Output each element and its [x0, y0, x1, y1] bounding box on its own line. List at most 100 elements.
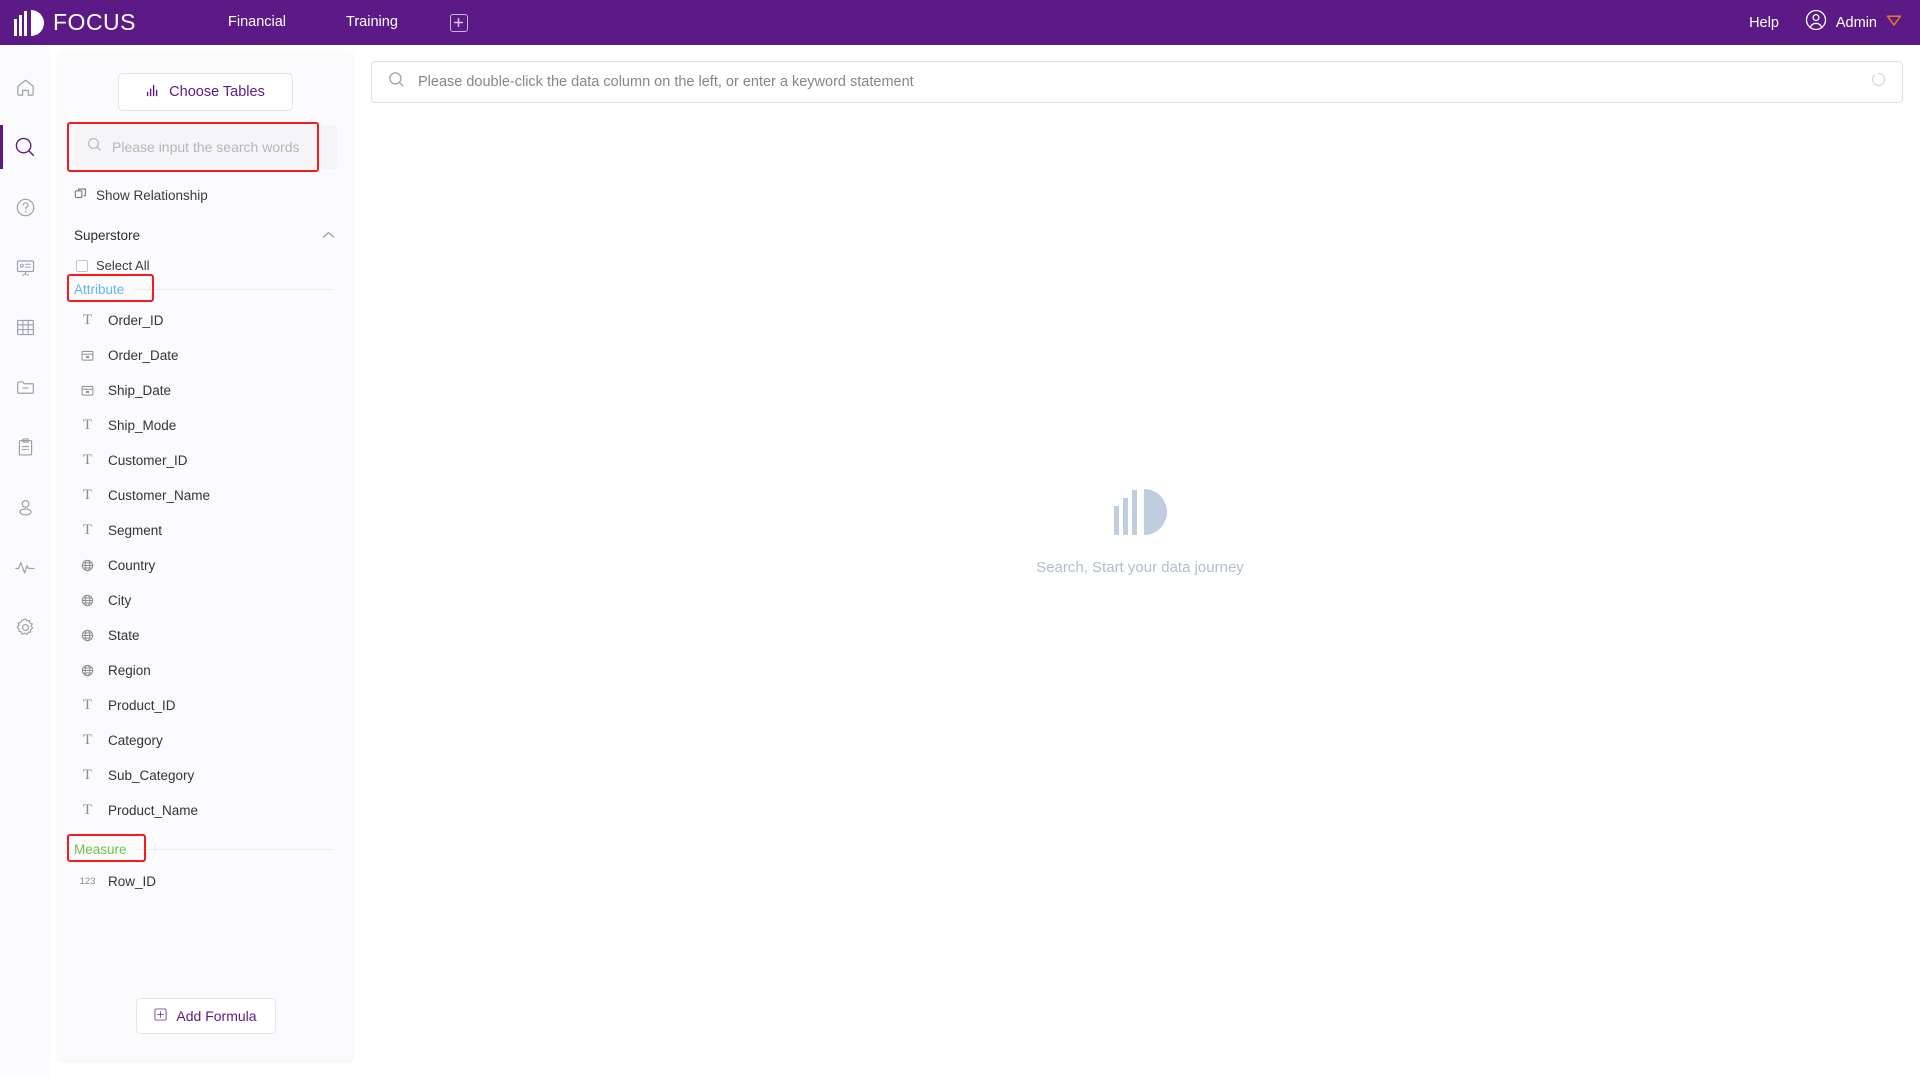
field-region[interactable]: Region — [58, 653, 353, 688]
field-label: Order_Date — [108, 348, 179, 363]
text-type-icon: T — [82, 452, 93, 468]
home-icon — [15, 77, 36, 98]
field-product-id[interactable]: T Product_ID — [58, 688, 353, 723]
choose-tables-label: Choose Tables — [169, 84, 265, 100]
group-label-attribute: Attribute — [74, 282, 125, 297]
sidebar-item-home[interactable] — [0, 57, 50, 117]
left-icon-rail — [0, 45, 50, 1079]
sidebar-item-help[interactable] — [0, 177, 50, 237]
field-customer-name[interactable]: T Customer_Name — [58, 478, 353, 513]
clipboard-icon — [15, 437, 36, 458]
sidebar-item-folder[interactable] — [0, 357, 50, 417]
presentation-icon — [15, 257, 36, 278]
field-order-id[interactable]: T Order_ID — [58, 303, 353, 338]
divider — [136, 849, 333, 850]
field-city[interactable]: City — [58, 583, 353, 618]
sidebar-item-monitor[interactable] — [0, 537, 50, 597]
empty-state: Search, Start your data journey — [360, 45, 1920, 1079]
brand-name: FOCUS — [53, 9, 136, 35]
sidebar-item-clipboard[interactable] — [0, 417, 50, 477]
panel-search-wrap: Please input the search words — [58, 111, 353, 172]
text-type-icon: T — [82, 697, 93, 713]
top-bar-right: Help Admin — [1749, 9, 1902, 36]
field-country[interactable]: Country — [58, 548, 353, 583]
table-group-header[interactable]: Superstore — [58, 204, 353, 244]
show-relationship-label: Show Relationship — [96, 188, 208, 203]
field-ship-mode[interactable]: T Ship_Mode — [58, 408, 353, 443]
focus-logo-icon — [1113, 488, 1167, 535]
user-circle-icon — [1805, 9, 1827, 36]
field-label: Country — [108, 558, 156, 573]
globe-icon — [80, 559, 95, 572]
text-type-icon: T — [82, 487, 93, 503]
sidebar-item-table[interactable] — [0, 297, 50, 357]
field-label: Row_ID — [108, 874, 157, 889]
field-label: Order_ID — [108, 313, 164, 328]
panel-search-placeholder: Please input the search words — [112, 139, 300, 155]
field-label: City — [108, 593, 132, 608]
field-product-name[interactable]: T Product_Name — [58, 793, 353, 828]
plus-square-icon[interactable] — [449, 13, 468, 32]
group-label-measure: Measure — [74, 842, 127, 857]
focus-logo-icon — [14, 9, 44, 36]
sidebar-item-user[interactable] — [0, 477, 50, 537]
tab-training[interactable]: Training — [316, 0, 428, 45]
select-all-label: Select All — [96, 258, 150, 273]
brand-logo[interactable]: FOCUS — [14, 9, 136, 36]
field-label: Customer_ID — [108, 453, 188, 468]
add-formula-label: Add Formula — [176, 1008, 257, 1024]
top-navigation-bar: FOCUS Financial Training Help Admin — [0, 0, 1920, 45]
folder-minus-icon — [15, 377, 36, 398]
question-circle-icon — [15, 197, 36, 218]
field-category[interactable]: T Category — [58, 723, 353, 758]
text-type-icon: T — [82, 802, 93, 818]
add-formula-row: Add Formula — [58, 998, 353, 1060]
show-relationship-button[interactable]: Show Relationship — [58, 169, 353, 204]
search-icon — [87, 137, 102, 157]
user-menu[interactable]: Admin — [1805, 9, 1902, 36]
field-ship-date[interactable]: Ship_Date — [58, 373, 353, 408]
calendar-icon — [80, 349, 95, 362]
text-type-icon: T — [82, 522, 93, 538]
calendar-icon — [80, 384, 95, 397]
globe-icon — [80, 629, 95, 642]
field-label: State — [108, 628, 140, 643]
globe-icon — [80, 664, 95, 677]
chevron-up-icon[interactable] — [322, 226, 335, 244]
sidebar-item-settings[interactable] — [0, 597, 50, 657]
main-content-area: Please double-click the data column on t… — [360, 45, 1920, 1079]
choose-tables-row: Choose Tables — [58, 52, 353, 111]
chevron-down-diamond-icon[interactable] — [1886, 13, 1902, 32]
tab-financial[interactable]: Financial — [198, 0, 316, 45]
checkbox-box[interactable] — [76, 259, 88, 272]
field-label: Segment — [108, 523, 163, 538]
top-nav-tabs: Financial Training — [198, 0, 468, 45]
select-all-checkbox[interactable]: Select All — [58, 244, 353, 273]
add-formula-button[interactable]: Add Formula — [135, 998, 276, 1034]
sidebar-item-presentation[interactable] — [0, 237, 50, 297]
user-name: Admin — [1835, 14, 1877, 31]
search-icon — [14, 136, 36, 158]
help-link[interactable]: Help — [1749, 15, 1779, 31]
relationship-icon — [74, 187, 88, 204]
field-row-id[interactable]: 123 Row_ID — [58, 864, 353, 899]
field-state[interactable]: State — [58, 618, 353, 653]
field-customer-id[interactable]: T Customer_ID — [58, 443, 353, 478]
field-label: Ship_Mode — [108, 418, 177, 433]
field-sub-category[interactable]: T Sub_Category — [58, 758, 353, 793]
field-label: Region — [108, 663, 151, 678]
plus-square-icon — [154, 1008, 167, 1024]
sidebar-item-search[interactable] — [0, 117, 50, 177]
field-segment[interactable]: T Segment — [58, 513, 353, 548]
text-type-icon: T — [82, 312, 93, 328]
field-label: Product_ID — [108, 698, 176, 713]
field-order-date[interactable]: Order_Date — [58, 338, 353, 373]
bar-chart-icon — [146, 83, 160, 101]
attribute-field-list: T Order_ID Order_Date Ship_Date T Ship_M… — [58, 297, 353, 998]
data-source-panel: Choose Tables Please input the search wo… — [58, 52, 353, 1060]
field-label: Category — [108, 733, 163, 748]
panel-search-input[interactable]: Please input the search words — [74, 125, 337, 169]
choose-tables-button[interactable]: Choose Tables — [118, 73, 293, 111]
text-type-icon: T — [82, 732, 93, 748]
gear-icon — [15, 617, 36, 638]
